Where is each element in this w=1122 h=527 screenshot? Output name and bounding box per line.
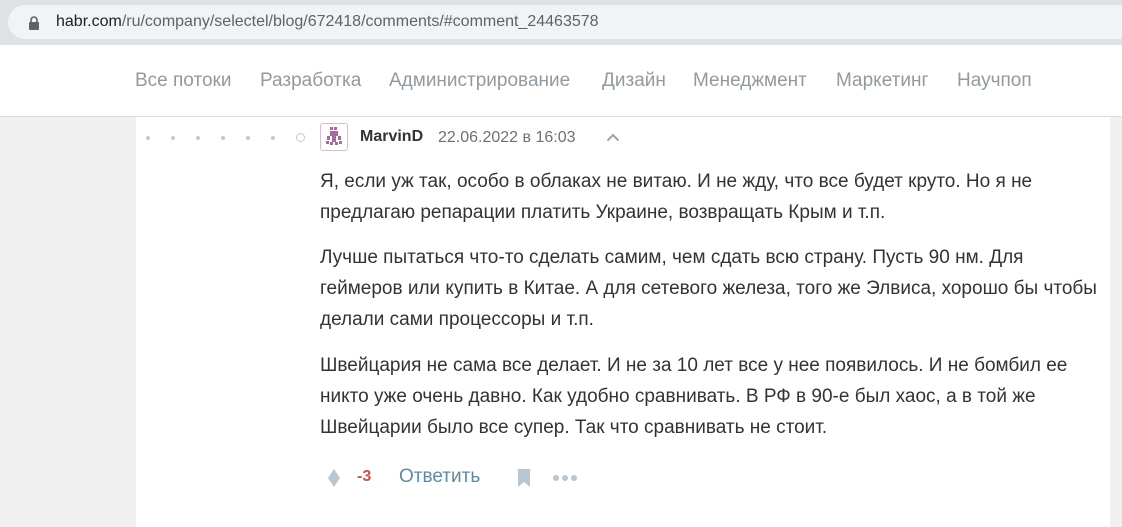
nav-item-design[interactable]: Дизайн — [602, 70, 666, 92]
reply-button[interactable]: Ответить — [399, 466, 480, 488]
flows-navigation: Все потоки Разработка Администрирование … — [0, 45, 1122, 117]
avatar-image — [326, 127, 342, 145]
user-avatar[interactable] — [320, 123, 348, 151]
nav-item-popsci[interactable]: Научпоп — [957, 70, 1032, 92]
comment-paragraph: Лучше пытаться что-то сделать самим, чем… — [320, 247, 1097, 330]
bookmark-icon[interactable] — [517, 468, 531, 488]
nav-item-administration[interactable]: Администрирование — [389, 70, 570, 92]
thread-dot[interactable] — [221, 136, 225, 140]
comment-datetime[interactable]: 22.06.2022 в 16:03 — [438, 129, 576, 147]
thread-dot[interactable] — [196, 136, 200, 140]
browser-address-bar: habr.com/ru/company/selectel/blog/672418… — [0, 0, 1122, 45]
comment-author[interactable]: MarvinD — [360, 128, 423, 146]
thread-dot[interactable] — [171, 136, 175, 140]
url-host: habr.com — [56, 13, 122, 30]
url-field[interactable]: habr.com/ru/company/selectel/blog/672418… — [8, 5, 1122, 39]
url-text[interactable]: habr.com/ru/company/selectel/blog/672418… — [56, 13, 599, 31]
vote-icon[interactable] — [327, 468, 341, 488]
nav-item-all-flows[interactable]: Все потоки — [135, 70, 231, 92]
more-icon[interactable] — [552, 474, 578, 482]
collapse-arrow-icon[interactable] — [606, 132, 620, 142]
comment-paragraph: Швейцария не сама все делает. И не за 10… — [320, 355, 1068, 438]
url-path: /ru/company/selectel/blog/672418/comment… — [121, 13, 599, 30]
thread-dot[interactable] — [246, 136, 250, 140]
lock-icon — [29, 16, 39, 30]
thread-dot[interactable] — [271, 136, 275, 140]
nav-item-development[interactable]: Разработка — [260, 70, 361, 92]
nav-item-management[interactable]: Менеджмент — [693, 70, 807, 92]
comment-score: -3 — [357, 468, 372, 485]
thread-dot[interactable] — [146, 136, 150, 140]
comment-paragraph: Я, если уж так, особо в облаках не витаю… — [320, 171, 1033, 223]
nav-item-marketing[interactable]: Маркетинг — [836, 70, 928, 92]
thread-current-ring — [296, 133, 305, 142]
